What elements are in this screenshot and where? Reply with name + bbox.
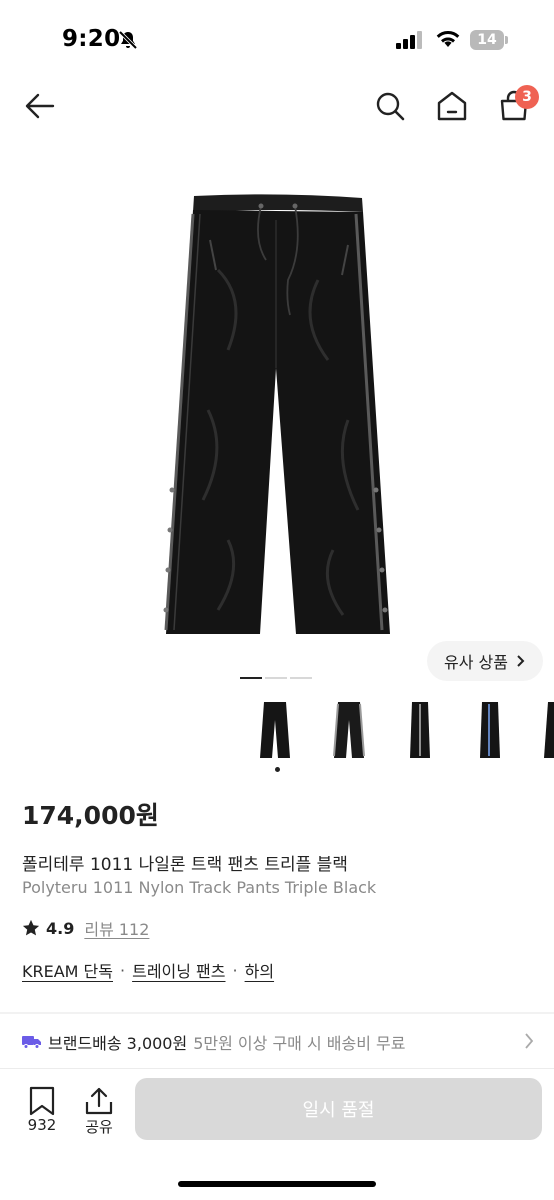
thumbnail-partial[interactable] [526,696,554,764]
battery-indicator: 14 [470,30,508,50]
product-rating: 4.9 리뷰 112 [22,916,149,940]
product-price: 174,000원 [22,801,159,830]
pager-segment-active [240,677,262,679]
thumbnail-selected-dot [275,767,280,772]
shipping-description: 5만원 이상 구매 시 배송비 무료 [193,1034,406,1053]
battery-nub [505,36,508,44]
tag-separator: · [120,960,126,980]
thumbnail-blue-stripe[interactable] [456,696,524,764]
status-time: 9:20 [62,26,121,52]
share-icon[interactable] [84,1086,114,1116]
share-label: 공유 [85,1118,113,1136]
bookmark-icon[interactable] [22,1086,62,1116]
bottom-bar-divider [0,1068,554,1069]
delivery-truck-icon [22,1036,41,1049]
pager-segment [265,677,287,679]
cellular-signal-icon [396,31,422,49]
star-icon [22,919,40,936]
search-icon[interactable] [372,88,408,124]
shipping-label: 브랜드배송 3,000원 [48,1034,188,1053]
cart-count-badge: 3 [515,85,539,109]
section-divider [0,1012,554,1014]
product-name-english: Polyteru 1011 Nylon Track Pants Triple B… [22,878,377,897]
home-icon[interactable] [434,88,470,124]
similar-products-button[interactable]: 유사 상품 [427,641,543,681]
category-tags: KREAM 단독 · 트레이닝 팬츠 · 하의 [22,958,274,982]
chevron-right-icon [525,1033,534,1049]
tag-kream-exclusive[interactable]: KREAM 단독 [22,958,113,982]
chevron-right-icon [517,655,525,667]
color-thumbnails [240,696,554,776]
thumbnail-grey-stripe[interactable] [314,696,382,764]
home-indicator [178,1181,376,1187]
battery-level: 14 [470,30,504,50]
tag-training-pants[interactable]: 트레이닝 팬츠 [132,958,225,982]
wifi-icon [436,30,460,47]
product-image[interactable] [158,190,398,640]
thumbnail-side-stripe[interactable] [386,696,454,764]
rating-score: 4.9 [46,918,75,938]
status-bar: 9:20 14 [0,0,554,80]
bell-muted-icon [118,30,138,50]
pager-segment [290,677,312,679]
image-pager [240,677,312,679]
product-name-korean: 폴리테루 1011 나일론 트랙 팬츠 트리플 블랙 [22,855,348,875]
sold-out-button[interactable]: 일시 품절 [135,1078,542,1140]
tag-bottoms[interactable]: 하의 [245,958,274,982]
wish-count: 932 [27,1116,57,1134]
tag-separator: · [232,960,238,980]
similar-products-label: 유사 상품 [444,653,508,672]
shipping-info-row[interactable]: 브랜드배송 3,000원 5만원 이상 구매 시 배송비 무료 [22,1030,534,1054]
back-arrow-icon[interactable] [22,88,58,124]
thumbnail-triple-black[interactable] [240,696,308,764]
review-link[interactable]: 리뷰 112 [84,916,149,940]
